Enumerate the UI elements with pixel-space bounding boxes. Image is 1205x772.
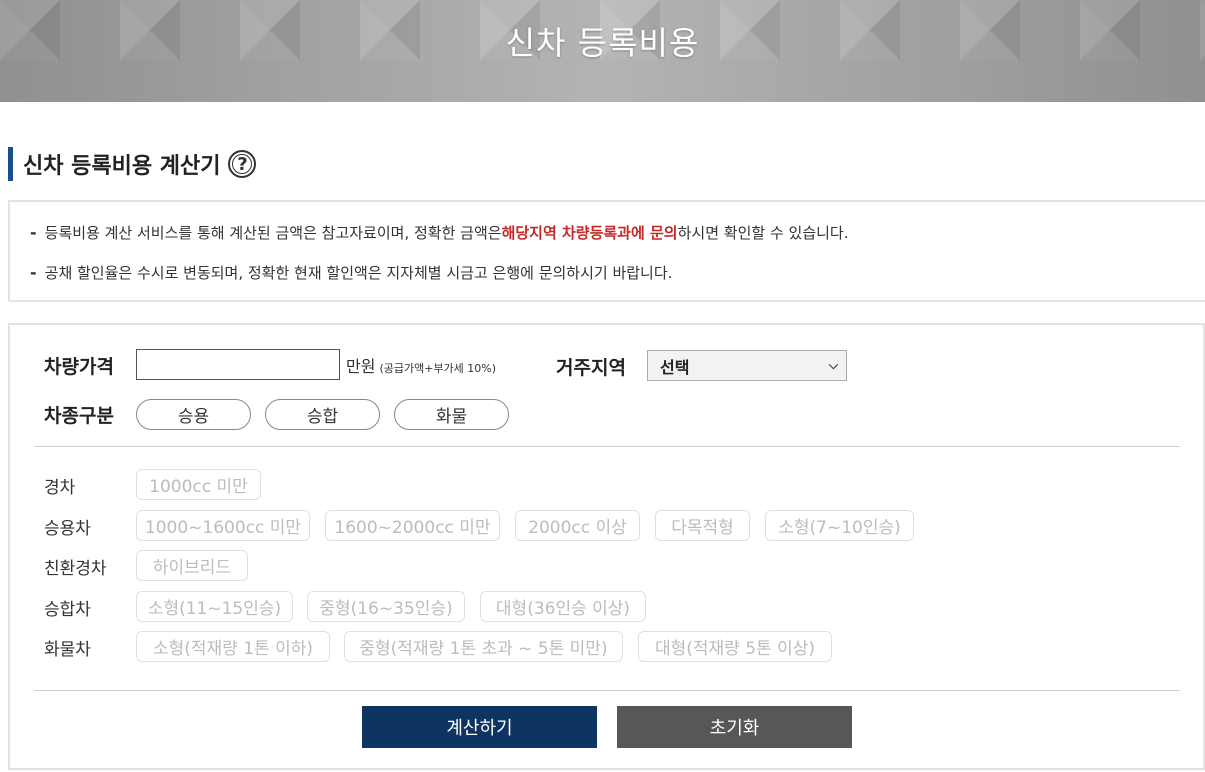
type-button-van[interactable]: 승합 bbox=[265, 399, 380, 430]
reset-button[interactable]: 초기화 bbox=[617, 706, 852, 748]
region-label: 거주지역 bbox=[556, 357, 626, 379]
price-unit: 만원 (공급가액+부가세 10%) bbox=[346, 353, 496, 377]
banner-title: 신차 등록비용 bbox=[505, 24, 700, 62]
bullet-dash: - bbox=[30, 263, 37, 282]
option-van-2[interactable]: 중형(16~35인승) bbox=[307, 591, 465, 622]
notice-line-2: - 공채 할인율은 수시로 변동되며, 정확한 현재 할인액은 지자체별 시금고… bbox=[30, 262, 672, 283]
row-label-light: 경차 bbox=[44, 478, 76, 498]
calculator-panel: 차량가격 만원 (공급가액+부가세 10%) 거주지역 선택 ⌵ 차종구분 승용 … bbox=[8, 323, 1205, 770]
option-truck-1[interactable]: 소형(적재량 1톤 이하) bbox=[136, 631, 330, 662]
option-passenger-1[interactable]: 1000~1600cc 미만 bbox=[136, 510, 310, 541]
option-passenger-2[interactable]: 1600~2000cc 미만 bbox=[325, 510, 500, 541]
calculator-heading: 신차 등록비용 계산기 ? bbox=[8, 147, 257, 181]
option-truck-2[interactable]: 중형(적재량 1톤 초과 ~ 5톤 미만) bbox=[344, 631, 623, 662]
row-label-truck: 화물차 bbox=[44, 640, 91, 660]
price-input[interactable] bbox=[136, 349, 340, 380]
type-label: 차종구분 bbox=[44, 405, 114, 427]
option-truck-3[interactable]: 대형(적재량 5톤 이상) bbox=[638, 631, 832, 662]
type-button-truck[interactable]: 화물 bbox=[394, 399, 509, 430]
calculator-title: 신차 등록비용 계산기 bbox=[23, 154, 221, 179]
calculate-button[interactable]: 계산하기 bbox=[362, 706, 597, 748]
notice-text-2: 공채 할인율은 수시로 변동되며, 정확한 현재 할인액은 지자체별 시금고 은… bbox=[44, 264, 673, 282]
divider bbox=[34, 446, 1180, 447]
price-label: 차량가격 bbox=[44, 356, 114, 378]
price-note: (공급가액+부가세 10%) bbox=[379, 362, 497, 375]
notice-text-1a: 등록비용 계산 서비스를 통해 계산된 금액은 참고자료이며, 정확한 금액은 bbox=[44, 224, 502, 242]
option-passenger-5[interactable]: 소형(7~10인승) bbox=[765, 510, 914, 541]
option-light-1000cc[interactable]: 1000cc 미만 bbox=[136, 469, 261, 500]
divider bbox=[34, 690, 1180, 691]
notice-line-1: - 등록비용 계산 서비스를 통해 계산된 금액은 참고자료이며, 정확한 금액… bbox=[30, 222, 848, 243]
price-unit-text: 만원 bbox=[346, 357, 376, 376]
option-passenger-3[interactable]: 2000cc 이상 bbox=[515, 510, 640, 541]
help-icon[interactable]: ? bbox=[228, 150, 257, 178]
region-selected-value: 선택 bbox=[660, 357, 690, 377]
page-banner: 신차 등록비용 bbox=[0, 0, 1205, 102]
option-eco-hybrid[interactable]: 하이브리드 bbox=[136, 550, 248, 581]
notice-text-1b: 하시면 확인할 수 있습니다. bbox=[677, 224, 849, 242]
help-icon-glyph: ? bbox=[237, 153, 248, 175]
bullet-dash: - bbox=[30, 223, 37, 242]
row-label-eco: 친환경차 bbox=[44, 559, 107, 579]
option-passenger-4[interactable]: 다목적형 bbox=[655, 510, 750, 541]
notice-box: - 등록비용 계산 서비스를 통해 계산된 금액은 참고자료이며, 정확한 금액… bbox=[8, 200, 1205, 302]
row-label-passenger: 승용차 bbox=[44, 519, 91, 539]
type-button-passenger[interactable]: 승용 bbox=[136, 399, 251, 430]
option-van-1[interactable]: 소형(11~15인승) bbox=[136, 591, 293, 622]
region-select[interactable]: 선택 ⌵ bbox=[647, 350, 847, 381]
chevron-down-icon: ⌵ bbox=[828, 358, 838, 372]
notice-highlight: 해당지역 차량등록과에 문의 bbox=[501, 224, 678, 242]
row-label-van: 승합차 bbox=[44, 600, 91, 620]
option-van-3[interactable]: 대형(36인승 이상) bbox=[480, 591, 646, 622]
